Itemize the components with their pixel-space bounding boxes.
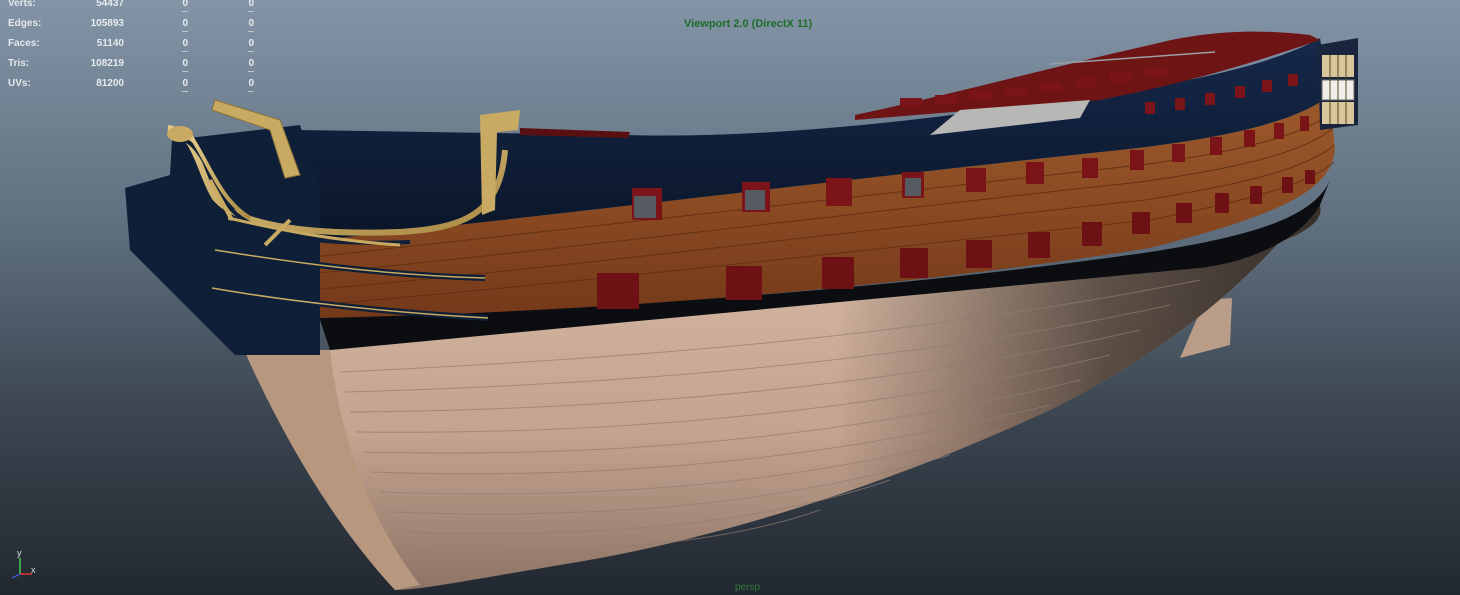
stern-gallery xyxy=(1318,38,1358,130)
axis-gizmo: y x xyxy=(4,548,44,580)
axis-y-label: y xyxy=(17,548,22,558)
axis-gizmo-icon xyxy=(11,558,32,579)
ship-model[interactable] xyxy=(0,0,1460,595)
camera-name-label: persp xyxy=(735,582,761,593)
axis-x-label: x xyxy=(31,565,36,575)
3d-viewport[interactable]: Verts: 54437 0 0 Edges: 105893 0 0 Faces… xyxy=(0,0,1460,595)
